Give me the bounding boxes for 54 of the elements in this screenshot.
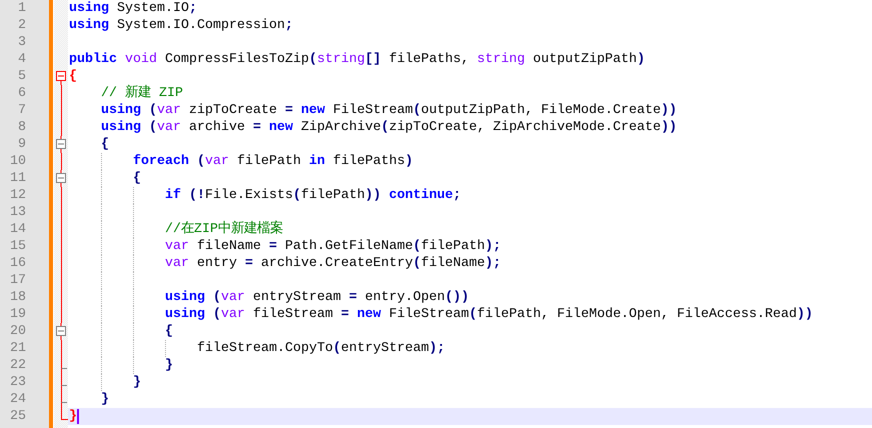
code-line: using System.IO.Compression;: [69, 17, 293, 34]
code-comment: //在ZIP中新建檔案: [165, 221, 283, 238]
code-line: {: [101, 136, 109, 153]
line-number: 17: [10, 272, 27, 289]
collapse-icon[interactable]: [56, 323, 66, 340]
code-line: var entry = archive.CreateEntry(fileName);: [165, 255, 501, 272]
line-number: 22: [10, 357, 27, 374]
line-number: 23: [10, 374, 27, 391]
line-number: 19: [10, 306, 27, 323]
collapse-icon[interactable]: [56, 136, 66, 153]
code-line: using (var fileStream = new FileStream(filePath, FileMode.Open, FileAccess.Read)): [165, 306, 813, 323]
code-line: {: [165, 323, 173, 340]
line-number: 21: [10, 340, 27, 357]
line-number: 20: [10, 323, 27, 340]
code-line: {: [133, 170, 141, 187]
code-line: }: [165, 357, 173, 374]
code-line: var fileName = Path.GetFileName(filePath);: [165, 238, 501, 255]
line-number: 9: [18, 136, 27, 153]
code-line: using (var archive = new ZipArchive(zipToCreate, ZipArchiveMode.Create)): [101, 119, 677, 136]
line-number: 18: [10, 289, 27, 306]
fold-line: [61, 153, 62, 170]
line-number: 6: [18, 85, 27, 102]
code-line: }: [133, 374, 141, 391]
code-line: foreach (var filePath in filePaths): [133, 153, 413, 170]
line-number: 8: [18, 119, 27, 136]
code-line: fileStream.CopyTo(entryStream);: [197, 340, 445, 357]
collapse-icon[interactable]: [56, 68, 66, 85]
text-cursor: [77, 409, 79, 424]
code-line: using (var entryStream = entry.Open()): [165, 289, 469, 306]
fold-line: [61, 340, 62, 357]
line-number: 4: [18, 51, 27, 68]
line-number: 24: [10, 391, 27, 408]
line-number: 2: [18, 17, 27, 34]
line-number: 14: [10, 221, 27, 238]
line-number: 13: [10, 204, 27, 221]
code-line: public void CompressFilesToZip(string[] filePaths, string outputZipPath): [69, 51, 645, 68]
line-number: 3: [18, 34, 27, 51]
line-number: 7: [18, 102, 27, 119]
line-number: 25: [10, 408, 27, 425]
code-line: }: [69, 408, 77, 425]
line-number: 12: [10, 187, 27, 204]
code-line: {: [69, 68, 77, 85]
code-line: if (!File.Exists(filePath)) continue;: [165, 187, 461, 204]
line-number: 1: [18, 0, 27, 17]
code-line: }: [101, 391, 109, 408]
line-number: 16: [10, 255, 27, 272]
line-number: 11: [10, 170, 27, 187]
line-number: 15: [10, 238, 27, 255]
code-line: using (var zipToCreate = new FileStream(outputZipPath, FileMode.Create)): [101, 102, 677, 119]
code-line: using System.IO;: [69, 0, 197, 17]
code-comment: // 新建 ZIP: [101, 85, 183, 102]
line-number: 10: [10, 153, 27, 170]
line-number: 5: [18, 68, 27, 85]
collapse-icon[interactable]: [56, 170, 66, 187]
